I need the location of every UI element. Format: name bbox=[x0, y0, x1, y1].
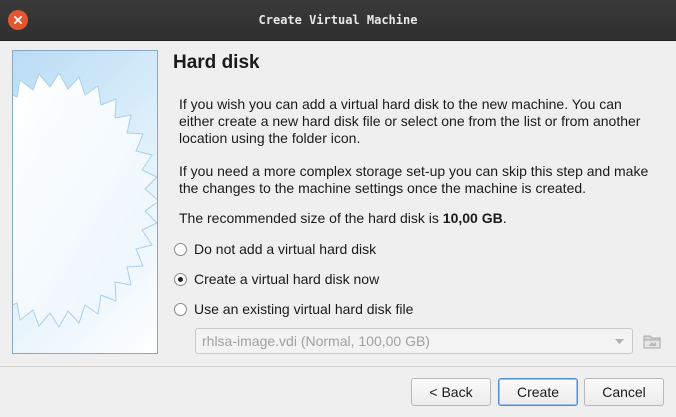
existing-disk-value: rhlsa-image.vdi (Normal, 100,00 GB) bbox=[202, 333, 430, 349]
radio-label: Use an existing virtual hard disk file bbox=[194, 301, 414, 317]
radio-label: Do not add a virtual hard disk bbox=[194, 241, 377, 257]
back-button[interactable]: < Back bbox=[411, 378, 491, 406]
intro-paragraph: If you wish you can add a virtual hard d… bbox=[179, 96, 641, 146]
footer-divider bbox=[0, 366, 676, 367]
radio-no-hard-disk[interactable]: Do not add a virtual hard disk bbox=[174, 241, 376, 257]
recommended-size-prefix: The recommended size of the hard disk is bbox=[179, 210, 443, 226]
recommended-size-value: 10,00 GB bbox=[442, 210, 503, 226]
radio-button[interactable] bbox=[174, 272, 187, 286]
chevron-down-icon bbox=[615, 339, 624, 344]
storage-hint-paragraph: If you need a more complex storage set-u… bbox=[179, 163, 649, 196]
create-button[interactable]: Create bbox=[498, 378, 578, 406]
recommended-size-text: The recommended size of the hard disk is… bbox=[179, 210, 659, 227]
wizard-side-image bbox=[12, 50, 158, 354]
radio-label: Create a virtual hard disk now bbox=[194, 271, 380, 287]
radio-create-hard-disk[interactable]: Create a virtual hard disk now bbox=[174, 271, 379, 287]
folder-icon bbox=[643, 335, 661, 349]
radio-button[interactable] bbox=[174, 242, 187, 256]
existing-disk-select[interactable]: rhlsa-image.vdi (Normal, 100,00 GB) bbox=[195, 328, 633, 354]
recommended-size-suffix: . bbox=[502, 210, 507, 226]
window-titlebar: Create Virtual Machine bbox=[0, 0, 676, 41]
cancel-button[interactable]: Cancel bbox=[584, 378, 664, 406]
radio-use-existing-hard-disk[interactable]: Use an existing virtual hard disk file bbox=[174, 301, 413, 317]
radio-selected-dot bbox=[178, 276, 183, 282]
page-title: Hard disk bbox=[173, 52, 260, 73]
radio-button[interactable] bbox=[174, 302, 187, 316]
choose-disk-file-button[interactable] bbox=[641, 330, 663, 352]
window-title: Create Virtual Machine bbox=[258, 13, 418, 27]
